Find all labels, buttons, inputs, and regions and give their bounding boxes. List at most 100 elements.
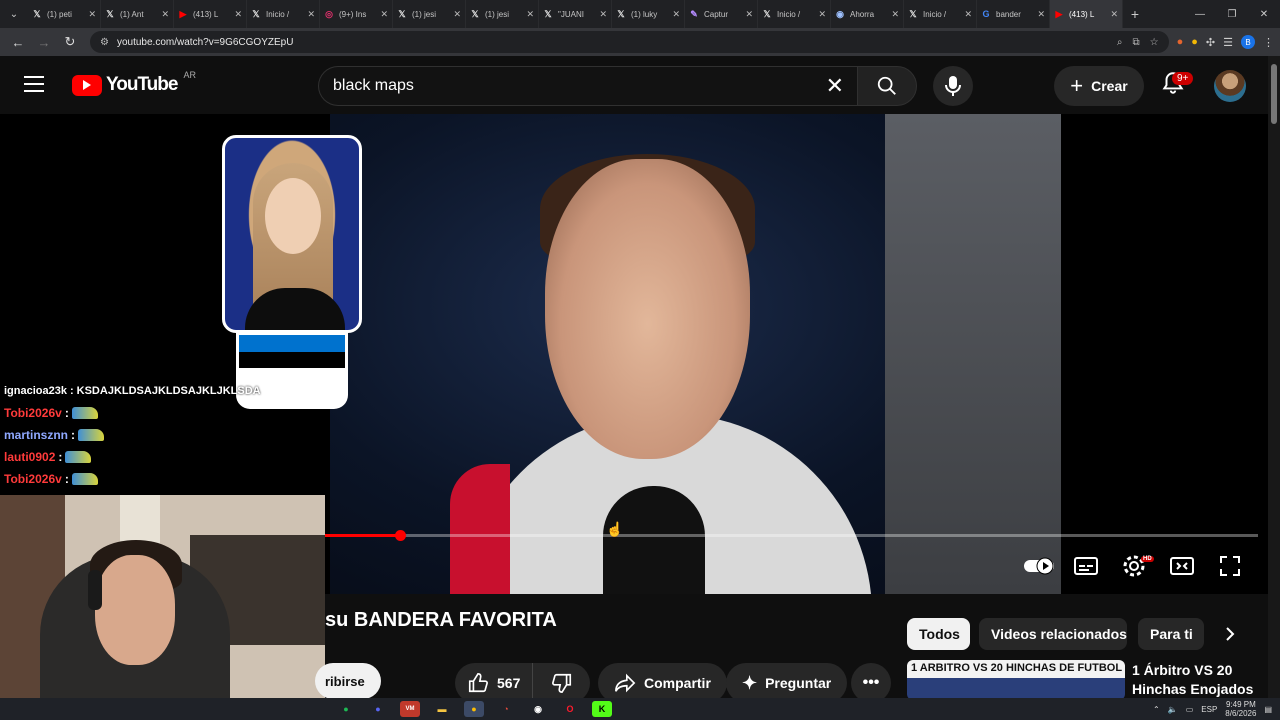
tab-close-icon[interactable]: ✕ (161, 9, 169, 20)
spotify-icon[interactable]: ● (336, 701, 356, 717)
back-icon[interactable]: ← (6, 30, 30, 54)
recommended-video-title[interactable]: 1 Árbitro VS 20 Hinchas Enojados (1132, 661, 1262, 699)
tab-close-icon[interactable]: ✕ (818, 9, 826, 20)
tab-close-icon[interactable]: ✕ (1037, 9, 1045, 20)
tab-title: Inicio / (923, 9, 947, 19)
chip-related[interactable]: Videos relacionados (979, 618, 1127, 650)
dislike-button[interactable] (533, 663, 590, 703)
search-button[interactable] (857, 66, 917, 106)
tab-search-button[interactable]: ⌄ (0, 0, 28, 28)
youtube-logo[interactable]: YouTube AR (72, 70, 196, 96)
tab-close-icon[interactable]: ✕ (891, 9, 899, 20)
x-icon: 𝕏 (106, 8, 114, 19)
language-indicator[interactable]: ESP (1201, 705, 1217, 714)
site-info-icon[interactable]: ⚙ (100, 37, 109, 48)
kick-icon[interactable]: K (592, 701, 612, 717)
network-icon[interactable]: ▭ (1186, 705, 1194, 714)
tray-chevron-icon[interactable]: ⌃ (1153, 705, 1160, 714)
tab-close-icon[interactable]: ✕ (307, 9, 315, 20)
forward-icon[interactable]: → (32, 30, 56, 54)
subtitles-icon (1074, 557, 1098, 575)
tab-title: Captur (704, 9, 729, 19)
chrome-icon[interactable]: ● (464, 701, 484, 717)
browser-tab[interactable]: 𝕏 (1) jesi ✕ (393, 0, 466, 28)
page-scrollbar[interactable] (1268, 56, 1280, 698)
progress-bar[interactable] (325, 534, 1258, 537)
reload-icon[interactable]: ↻ (58, 30, 82, 54)
url-field[interactable]: ⚙ youtube.com/watch?v=9G6CGOYZEpU ⌕ ⧉ ☆ (90, 31, 1169, 53)
autoplay-toggle[interactable] (1023, 553, 1055, 579)
chip-for-you[interactable]: Para ti (1138, 618, 1204, 650)
extension-chrome-icon[interactable]: ● (1191, 36, 1198, 48)
account-avatar[interactable] (1214, 70, 1246, 102)
chip-all[interactable]: Todos (907, 618, 970, 650)
browser-tab[interactable]: ▶ (413) L ✕ (1050, 0, 1123, 28)
recommended-video-thumbnail[interactable]: 1 ARBITRO VS 20 HINCHAS DE FUTBOL (907, 660, 1125, 700)
tab-close-icon[interactable]: ✕ (526, 9, 534, 20)
browser-tab[interactable]: ◎ (9+) Ins ✕ (320, 0, 393, 28)
subtitles-button[interactable] (1072, 553, 1100, 579)
tab-close-icon[interactable]: ✕ (964, 9, 972, 20)
restore-icon[interactable]: ❐ (1216, 0, 1248, 28)
subscribe-button[interactable]: ribirse (315, 663, 381, 699)
browser-menu-icon[interactable]: ⋮ (1263, 36, 1274, 49)
browser-tab[interactable]: 𝕏 Inicio / ✕ (247, 0, 320, 28)
reading-list-icon[interactable]: ☰ (1223, 36, 1233, 49)
extension-fox-icon[interactable]: ● (1177, 36, 1184, 48)
discord-icon[interactable]: ● (368, 701, 388, 717)
browser-tab[interactable]: ▶ (413) L ✕ (174, 0, 247, 28)
scrollbar-thumb[interactable] (1271, 64, 1277, 124)
volume-icon[interactable]: 🔈 (1168, 705, 1178, 714)
new-tab-button[interactable]: + (1123, 6, 1147, 22)
clock[interactable]: 9:49 PM 8/6/2026 (1225, 700, 1256, 718)
browser-tab[interactable]: ◉ Ahorra ✕ (831, 0, 904, 28)
profile-icon[interactable]: B (1241, 35, 1255, 49)
progress-scrubber[interactable] (395, 530, 406, 541)
browser-tab[interactable]: 𝕏 (1) jesi ✕ (466, 0, 539, 28)
browser-tab[interactable]: 𝕏 (1) peti ✕ (28, 0, 101, 28)
fullscreen-icon (1220, 556, 1240, 576)
fullscreen-button[interactable] (1216, 553, 1244, 579)
browser-tab[interactable]: 𝕏 (1) luky ✕ (612, 0, 685, 28)
browser-tab[interactable]: 𝕏 Inicio / ✕ (758, 0, 831, 28)
tab-close-icon[interactable]: ✕ (745, 9, 753, 20)
tab-close-icon[interactable]: ✕ (88, 9, 96, 20)
file-explorer-icon[interactable]: ▬ (432, 701, 452, 717)
tab-close-icon[interactable]: ✕ (599, 9, 607, 20)
obs-icon[interactable]: ◉ (528, 701, 548, 717)
like-button[interactable]: 567 (455, 663, 534, 703)
share-button[interactable]: Compartir (598, 663, 727, 703)
browser-tab[interactable]: ✎ Captur ✕ (685, 0, 758, 28)
voice-search-button[interactable] (933, 66, 973, 106)
voicemod-icon[interactable]: VM (400, 701, 420, 717)
browser-tab[interactable]: 𝕏 Inicio / ✕ (904, 0, 977, 28)
notifications-tray-icon[interactable]: ▤ (1264, 705, 1272, 714)
tab-close-icon[interactable]: ✕ (672, 9, 680, 20)
tab-close-icon[interactable]: ✕ (1110, 9, 1118, 20)
theater-mode-button[interactable] (1168, 553, 1196, 579)
create-button[interactable]: + Crear (1054, 66, 1144, 106)
tab-close-icon[interactable]: ✕ (453, 9, 461, 20)
clear-search-icon[interactable]: ✕ (826, 73, 844, 99)
extensions-puzzle-icon[interactable]: ✣ (1206, 36, 1215, 49)
ask-button[interactable]: ✦ Preguntar (726, 663, 848, 703)
minimize-icon[interactable]: — (1184, 0, 1216, 28)
browser-tab[interactable]: Gbander ✕ (977, 0, 1050, 28)
hamburger-menu-icon[interactable] (24, 76, 44, 92)
zoom-icon[interactable]: ⌕ (1117, 37, 1123, 48)
more-actions-button[interactable]: ••• (851, 663, 891, 703)
speedometer-icon[interactable]: ◔ (496, 701, 516, 717)
close-window-icon[interactable]: ✕ (1248, 0, 1280, 28)
tab-close-icon[interactable]: ✕ (234, 9, 242, 20)
browser-tab[interactable]: 𝕏 "JUANI ✕ (539, 0, 612, 28)
opera-icon[interactable]: O (560, 701, 580, 717)
share-label: Compartir (644, 675, 711, 691)
install-app-icon[interactable]: ⧉ (1132, 37, 1139, 48)
browser-tab[interactable]: 𝕏 (1) Ant ✕ (101, 0, 174, 28)
tab-close-icon[interactable]: ✕ (380, 9, 388, 20)
search-input[interactable]: black maps ✕ (318, 66, 858, 106)
tab-title: "JUANI (558, 9, 584, 19)
chips-next-button[interactable] (1214, 618, 1246, 650)
pen-icon: ✎ (690, 8, 698, 19)
bookmark-star-icon[interactable]: ☆ (1150, 37, 1159, 48)
